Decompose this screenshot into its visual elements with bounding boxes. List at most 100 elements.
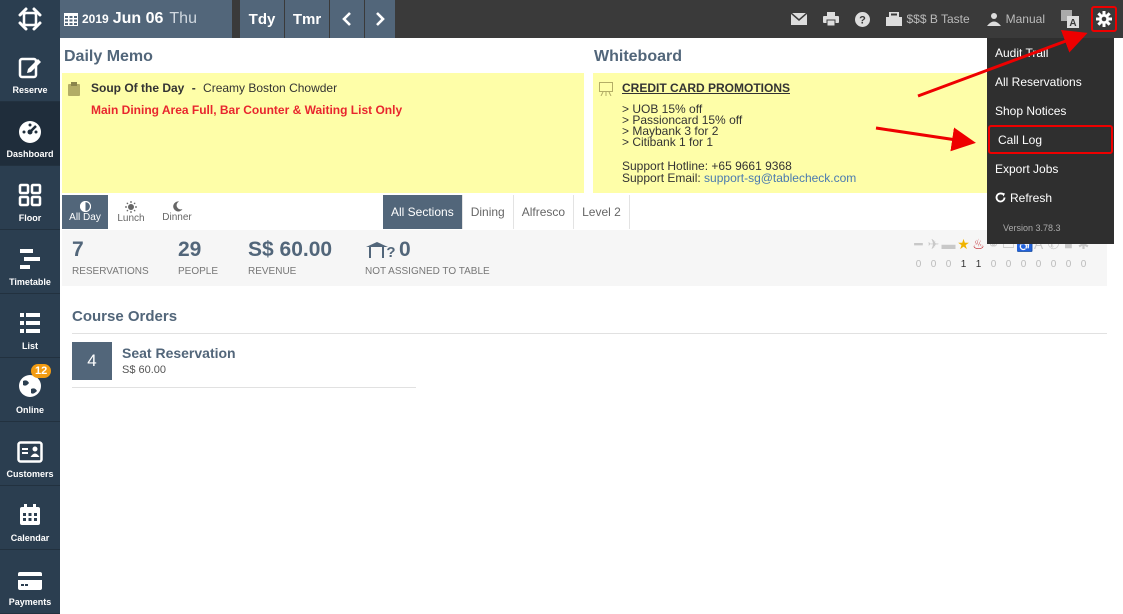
sidebar-item-label: Calendar: [10, 533, 50, 543]
list-icon: [20, 313, 40, 333]
tab-alfresco[interactable]: Alfresco: [514, 195, 575, 229]
daily-memo-panel[interactable]: Soup Of the Day - Creamy Boston Chowder …: [62, 73, 584, 193]
support-email-link[interactable]: support-sg@tablecheck.com: [704, 171, 856, 185]
card-icon[interactable]: ▬: [941, 236, 956, 253]
clipboard-icon: [68, 82, 80, 96]
credit-card-icon: [18, 572, 42, 590]
menu-item-call-log[interactable]: Call Log: [988, 125, 1113, 154]
promo-line: > Citibank 1 for 1: [622, 135, 714, 149]
prev-day-button[interactable]: [330, 0, 364, 38]
tag-count: 0: [1005, 259, 1012, 270]
svg-text:?: ?: [860, 14, 867, 26]
stat-value: S$ 60.00: [248, 238, 333, 261]
moon-icon: [172, 201, 182, 212]
table-question-icon: ?: [366, 242, 395, 259]
menu-item-audit-trail[interactable]: Audit Trail: [987, 38, 1114, 67]
service-all-day[interactable]: All Day: [62, 195, 108, 229]
date-weekday: Thu: [169, 10, 197, 27]
register-icon: [886, 12, 903, 26]
service-lunch[interactable]: Lunch: [108, 195, 154, 229]
course-order-item[interactable]: 4 Seat Reservation S$ 60.00: [72, 342, 416, 388]
soup-separator: -: [191, 81, 196, 95]
sidebar-item-payments[interactable]: Payments: [0, 550, 60, 614]
service-filter: All Day Lunch Dinner: [62, 195, 200, 229]
next-day-button[interactable]: [365, 0, 395, 38]
user-group-icon: [986, 12, 1001, 26]
sidebar-item-customers[interactable]: Customers: [0, 422, 60, 486]
date-month-day: Jun 06: [112, 10, 164, 27]
messages-button[interactable]: [783, 0, 815, 38]
sidebar-item-timetable[interactable]: Timetable: [0, 230, 60, 294]
sidebar-item-online[interactable]: 12 Online: [0, 358, 60, 422]
translate-icon: A: [1061, 10, 1079, 28]
sidebar-item-calendar[interactable]: Calendar: [0, 486, 60, 550]
menu-item-label: Refresh: [1010, 190, 1053, 205]
menu-item-shop-notices[interactable]: Shop Notices: [987, 96, 1114, 125]
tag-count: 0: [945, 259, 952, 270]
top-right-toolbar: ? $$$ B Taste Manual A: [783, 0, 1123, 38]
today-button[interactable]: Tdy: [240, 0, 284, 38]
svg-text:?: ?: [386, 244, 395, 259]
sidebar-item-floor[interactable]: Floor: [0, 166, 60, 230]
print-button[interactable]: [815, 0, 847, 38]
sidebar-item-label: Online: [15, 405, 44, 415]
divider: [72, 333, 1107, 334]
sidebar-item-label: Reserve: [12, 85, 48, 95]
online-count-badge: 12: [31, 364, 52, 378]
settings-dropdown-menu: Audit Trail All Reservations Shop Notice…: [987, 38, 1114, 244]
chevron-left-icon: [342, 12, 351, 26]
customer-card-icon: [17, 441, 43, 463]
course-orders-title: Course Orders: [72, 308, 178, 325]
whiteboard-title: Whiteboard: [594, 48, 682, 65]
tab-level-2[interactable]: Level 2: [574, 195, 630, 229]
tomorrow-button[interactable]: Tmr: [285, 0, 329, 38]
sidebar-item-label: Dashboard: [6, 149, 54, 159]
settings-button[interactable]: [1091, 6, 1117, 32]
language-button[interactable]: A: [1053, 0, 1087, 38]
service-dinner[interactable]: Dinner: [154, 195, 200, 229]
star-icon[interactable]: ★: [956, 236, 971, 253]
stat-label: REVENUE: [248, 266, 297, 277]
stat-label: RESERVATIONS: [72, 266, 149, 277]
tab-all-sections[interactable]: All Sections: [383, 195, 463, 229]
sidebar: Reserve Dashboard Floor Timetable List 1…: [0, 38, 60, 614]
stat-label: PEOPLE: [178, 266, 219, 277]
app-version: Version 3.78.3: [1003, 223, 1061, 233]
support-info: Support Hotline: +65 9661 9368 Support E…: [622, 160, 856, 184]
support-email-label: Support Email:: [622, 171, 701, 185]
sidebar-item-list[interactable]: List: [0, 294, 60, 358]
manual-link[interactable]: Manual: [978, 0, 1053, 38]
memo-alert: Main Dining Area Full, Bar Counter & Wai…: [91, 103, 403, 117]
menu-item-export-jobs[interactable]: Export Jobs: [987, 154, 1114, 183]
birthday-cake-icon[interactable]: ♨: [971, 236, 986, 253]
stat-label: NOT ASSIGNED TO TABLE: [365, 266, 490, 277]
calendar-icon: [20, 504, 40, 525]
sidebar-item-label: Floor: [18, 213, 42, 223]
calendar-grid-icon: [64, 12, 78, 26]
sidebar-item-label: Customers: [6, 469, 54, 479]
help-button[interactable]: ?: [847, 0, 878, 38]
plane-icon[interactable]: ✈: [926, 236, 941, 253]
tag-count: 0: [930, 259, 937, 270]
whiteboard-heading: CREDIT CARD PROMOTIONS: [622, 81, 790, 95]
svg-text:A: A: [1069, 18, 1076, 28]
service-label: All Day: [69, 212, 101, 223]
shop-selector[interactable]: $$$ B Taste: [878, 0, 977, 38]
sidebar-item-reserve[interactable]: Reserve: [0, 38, 60, 102]
soup-label: Soup Of the Day: [91, 81, 185, 95]
envelope-icon: [791, 13, 808, 25]
app-logo[interactable]: [0, 0, 60, 38]
menu-item-all-reservations[interactable]: All Reservations: [987, 67, 1114, 96]
printer-icon: [823, 12, 840, 26]
stat-reservations: 7 RESERVATIONS: [72, 238, 149, 277]
service-label: Dinner: [162, 212, 192, 223]
tab-dining[interactable]: Dining: [463, 195, 514, 229]
no-smoking-icon[interactable]: ━: [911, 236, 926, 253]
support-email-row: Support Email: support-sg@tablecheck.com: [622, 172, 856, 184]
sidebar-item-dashboard[interactable]: Dashboard: [0, 102, 60, 166]
date-picker[interactable]: 2019 Jun 06 Thu: [60, 0, 232, 38]
whiteboard-panel[interactable]: CREDIT CARD PROMOTIONS > UOB 15% off > P…: [593, 73, 987, 193]
menu-item-refresh[interactable]: Refresh: [987, 183, 1114, 212]
sidebar-item-label: Timetable: [9, 277, 51, 287]
floor-grid-icon: [18, 183, 42, 207]
